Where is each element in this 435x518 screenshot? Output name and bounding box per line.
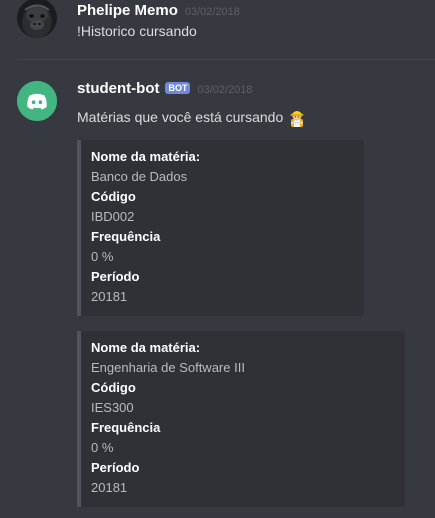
field-name: Código <box>91 189 136 204</box>
field-name: Código <box>91 380 136 395</box>
gorilla-avatar-icon <box>17 0 57 38</box>
user-avatar[interactable] <box>17 0 57 38</box>
field-name: Nome da matéria: <box>91 340 201 355</box>
message-text: Matérias que você está cursando <box>77 108 284 125</box>
field-value: 20181 <box>91 289 128 304</box>
embed-card: Nome da matéria: Banco de Dados Código I… <box>77 140 364 316</box>
field-value: Banco de Dados <box>91 169 188 184</box>
field-value: Engenharia de Software III <box>91 360 245 375</box>
field-name: Frequência <box>91 229 161 244</box>
construction-worker-icon <box>288 107 306 130</box>
bot-avatar[interactable] <box>17 81 57 121</box>
field-value: IBD002 <box>91 209 135 224</box>
timestamp: 03/02/2018 <box>197 84 253 96</box>
message-divider <box>18 59 435 60</box>
field-value: IES300 <box>91 400 134 415</box>
field-name: Nome da matéria: <box>91 149 201 164</box>
discord-logo-avatar-icon <box>17 81 57 121</box>
field-name: Período <box>91 269 140 284</box>
field-value: 0 % <box>91 249 114 264</box>
embed-card: Nome da matéria: Engenharia de Software … <box>77 331 405 507</box>
field-name: Frequência <box>91 420 161 435</box>
message-group-phelipe: Phelipe Memo 03/02/2018 !Historico cursa… <box>0 0 435 58</box>
field-value: 20181 <box>91 480 128 495</box>
bot-tag: BOT <box>165 82 191 94</box>
message-header: Phelipe Memo 03/02/2018 <box>77 2 240 19</box>
message-text: !Historico cursando <box>77 23 197 39</box>
username[interactable]: Phelipe Memo <box>77 2 178 19</box>
timestamp: 03/02/2018 <box>184 6 240 18</box>
field-value: 0 % <box>91 440 114 455</box>
message-header: student-bot BOT 03/02/2018 <box>77 80 253 97</box>
message-group-student-bot: student-bot BOT 03/02/2018 Matérias que … <box>0 72 435 518</box>
username[interactable]: student-bot <box>77 80 159 97</box>
field-name: Período <box>91 460 140 475</box>
message-text-row: Matérias que você está cursando <box>77 105 306 128</box>
